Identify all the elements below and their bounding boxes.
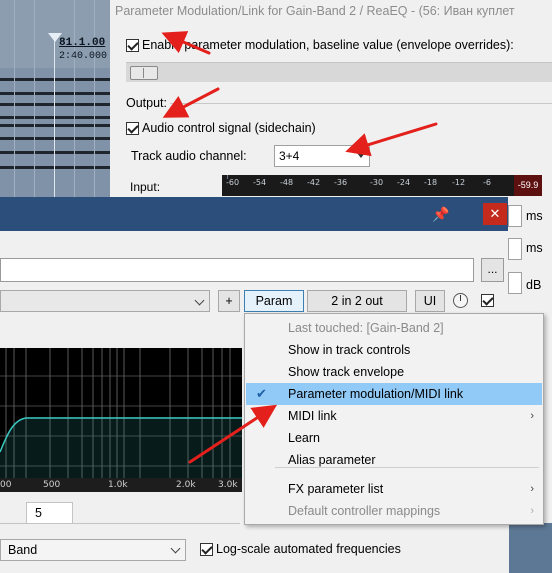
grid-line (34, 0, 35, 200)
chevron-down-icon (357, 153, 365, 158)
release-field[interactable] (508, 238, 522, 260)
input-level-meter: -60 -54 -48 -42 -36 -30 -24 -18 -12 -6 (222, 175, 514, 196)
band-type-select[interactable]: Band (0, 539, 186, 561)
release-unit-label: ms (526, 241, 543, 255)
param-context-menu: Last touched: [Gain-Band 2] Show in trac… (244, 313, 544, 525)
audio-control-label: Audio control signal (sidechain) (142, 121, 316, 135)
checkmark-icon: ✔ (256, 386, 267, 401)
baseline-slider-thumb[interactable] (130, 66, 158, 80)
logscale-row[interactable]: Log-scale automated frequencies (200, 542, 401, 557)
menu-item-label: Default controller mappings (288, 504, 441, 518)
channel-select-value: 3+4 (279, 149, 300, 163)
meter-peak-readout: -59.9 (514, 175, 542, 196)
output-divider (170, 103, 552, 104)
enable-modulation-checkbox[interactable] (126, 39, 139, 53)
wet-knob[interactable] (453, 293, 468, 308)
meter-tick: -60 (226, 178, 240, 187)
band-type-value: Band (8, 543, 38, 557)
menu-item-fx-parameter-list[interactable]: FX parameter list › (246, 478, 542, 500)
menu-item-label: Show track envelope (288, 365, 405, 379)
menu-item-last-touched: Last touched: [Gain-Band 2] (246, 317, 542, 339)
enable-modulation-label: Enable parameter modulation, baseline va… (142, 38, 514, 52)
meter-tick: -36 (334, 178, 348, 187)
menu-item-label: Parameter modulation/MIDI link (288, 387, 464, 401)
submenu-arrow-icon: › (530, 410, 534, 422)
min-volume-unit-label: dB (526, 278, 542, 292)
menu-item-show-track-envelope[interactable]: Show track envelope (246, 361, 542, 383)
eq-axis-label: 3.0k (218, 480, 238, 490)
background-track-strip (509, 523, 552, 573)
grid-line (94, 0, 95, 200)
close-button[interactable]: ✕ (483, 203, 507, 225)
output-section-label: Output: (126, 96, 167, 110)
eq-axis-label: 500 (43, 480, 61, 490)
attack-unit-label: ms (526, 209, 543, 223)
playhead-line[interactable] (54, 38, 55, 200)
grid-line (14, 0, 15, 200)
input-meter-label: Input: (130, 180, 161, 194)
track-audio-channel-label: Track audio channel: (131, 149, 247, 163)
preset-name-input[interactable] (0, 258, 474, 282)
min-volume-field[interactable] (508, 272, 522, 294)
attack-field[interactable] (508, 205, 522, 227)
menu-item-learn[interactable]: Learn (246, 427, 542, 449)
menu-item-midi-link[interactable]: MIDI link › (246, 405, 542, 427)
timeline-seconds-label: 2:40.000 (59, 51, 108, 62)
param-mod-window-title: Parameter Modulation/Link for Gain-Band … (110, 0, 552, 22)
ui-toggle-button[interactable]: UI (415, 290, 445, 312)
audio-control-row[interactable]: Audio control signal (sidechain) (126, 121, 316, 136)
menu-item-label: FX parameter list (288, 482, 384, 496)
pin-icon[interactable]: 📌 (432, 206, 449, 223)
preset-select[interactable] (0, 290, 210, 312)
meter-tick: -6 (483, 178, 491, 187)
grid-line (74, 0, 75, 200)
chevron-down-icon (194, 295, 205, 306)
meter-tick: -54 (253, 178, 267, 187)
meter-tick: -42 (307, 178, 321, 187)
chevron-down-icon (170, 543, 181, 554)
meter-tick: -48 (280, 178, 294, 187)
menu-item-label: Alias parameter (288, 453, 376, 467)
submenu-arrow-icon: › (530, 505, 534, 517)
add-preset-button[interactable]: + (218, 290, 240, 312)
eq-axis-label: 00 (0, 480, 12, 490)
eq-axis-label: 1.0k (108, 480, 128, 490)
track-area: 81.1.00 2:40.000 (0, 0, 110, 200)
preset-more-button[interactable]: ... (481, 258, 504, 282)
logscale-checkbox[interactable] (200, 543, 213, 557)
param-button[interactable]: Param (244, 290, 304, 312)
menu-item-label: Last touched: [Gain-Band 2] (288, 321, 444, 335)
io-routing-button[interactable]: 2 in 2 out (307, 290, 407, 312)
eq-axis-label: 2.0k (176, 480, 196, 490)
timeline-bar-label: 81.1.00 (59, 37, 106, 49)
menu-item-default-controller-mappings: Default controller mappings › (246, 500, 542, 522)
arrow-to-audio-checkbox (162, 87, 220, 118)
meter-tick: -24 (397, 178, 411, 187)
menu-item-label: Show in track controls (288, 343, 411, 357)
menu-item-parameter-modulation[interactable]: ✔ Parameter modulation/MIDI link (246, 383, 542, 405)
meter-tick: -12 (452, 178, 466, 187)
baseline-value-slider[interactable] (126, 62, 552, 82)
meter-tick: -18 (424, 178, 438, 187)
menu-item-label: Learn (288, 431, 320, 445)
submenu-arrow-icon: › (530, 483, 534, 495)
eq-response-graph[interactable] (0, 348, 242, 492)
band-tab-5[interactable]: 5 (26, 502, 73, 524)
meter-tick: -30 (370, 178, 384, 187)
menu-item-label: MIDI link (288, 409, 337, 423)
bypass-checkbox[interactable] (481, 294, 494, 307)
track-audio-channel-select[interactable]: 3+4 (274, 145, 370, 167)
menu-item-show-in-track-controls[interactable]: Show in track controls (246, 339, 542, 361)
logscale-label: Log-scale automated frequencies (216, 542, 401, 556)
menu-separator (275, 467, 539, 468)
audio-control-checkbox[interactable] (126, 122, 139, 136)
enable-modulation-row[interactable]: Enable parameter modulation, baseline va… (126, 38, 514, 53)
eq-curve-fill (0, 418, 242, 478)
